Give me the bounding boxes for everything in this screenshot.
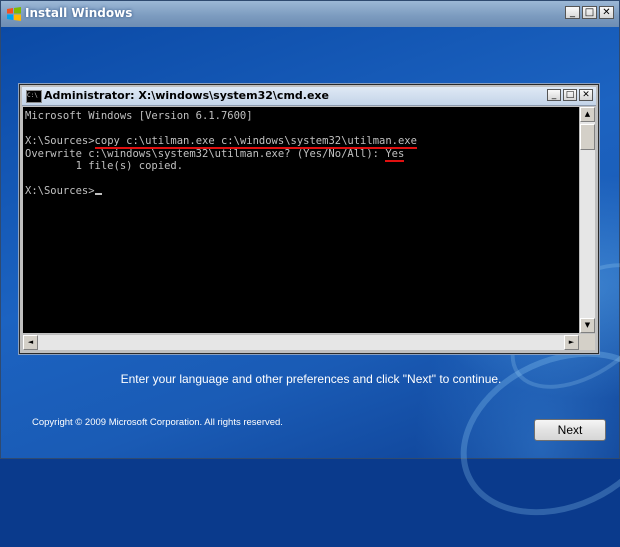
windows-logo-icon [7,7,21,21]
console-prompt: X:\Sources> [25,135,95,147]
scroll-up-button[interactable]: ▲ [580,107,595,122]
console-line-command: X:\Sources>copy c:\utilman.exe c:\window… [25,135,579,148]
minimize-icon: _ [551,90,557,100]
maximize-button[interactable]: □ [582,6,597,19]
console-line-version: Microsoft Windows [Version 6.1.7600] [25,110,253,122]
minimize-icon: _ [570,7,575,18]
maximize-icon: □ [584,7,595,18]
cmd-titlebar[interactable]: C:\ Administrator: X:\windows\system32\c… [22,87,596,106]
console-line-blank [25,123,579,136]
install-windows-titlebar[interactable]: Install Windows _ □ ✕ [1,1,619,28]
setup-instruction-text: Enter your language and other preference… [120,372,502,386]
console-output[interactable]: Microsoft Windows [Version 6.1.7600] X:\S… [23,107,579,333]
arrow-right-icon: ► [568,338,575,346]
install-windows-window: Install Windows _ □ ✕ C:\ Administrator:… [0,0,620,547]
cmd-window: C:\ Administrator: X:\windows\system32\c… [19,84,599,354]
copy-command-highlighted: copy c:\utilman.exe c:\windows\system32\… [94,135,417,147]
overwrite-answer-highlighted: Yes [385,147,405,160]
cmd-maximize-button[interactable]: □ [563,89,577,101]
overwrite-question: Overwrite c:\windows\system32\utilman.ex… [25,147,386,160]
install-windows-title: Install Windows [25,6,133,20]
console-line-overwrite: Overwrite c:\windows\system32\utilman.ex… [25,148,579,161]
maximize-icon: □ [565,90,575,100]
minimize-button[interactable]: _ [565,6,580,19]
cmd-window-title: Administrator: X:\windows\system32\cmd.e… [44,89,329,102]
close-icon: ✕ [602,7,611,18]
horizontal-scrollbar[interactable]: ◄ ► [23,334,579,350]
arrow-left-icon: ◄ [27,338,34,346]
arrow-up-icon: ▲ [584,110,591,118]
scroll-right-button[interactable]: ► [564,335,579,350]
next-button[interactable]: Next [534,419,606,441]
scroll-left-button[interactable]: ◄ [23,335,38,350]
close-icon: ✕ [582,90,590,100]
console-prompt: X:\Sources> [25,185,95,197]
cmd-minimize-button[interactable]: _ [547,89,561,101]
console-line-blank [25,173,579,186]
scroll-down-button[interactable]: ▼ [580,318,595,333]
scrollbar-corner [579,334,595,350]
vertical-scroll-thumb[interactable] [580,124,595,150]
text-cursor [94,193,102,195]
vertical-scrollbar[interactable]: ▲ ▼ [579,107,595,333]
close-button[interactable]: ✕ [599,6,614,19]
console-line-copied: 1 file(s) copied. [25,160,184,172]
cmd-prompt-icon: C:\ [26,90,42,103]
arrow-down-icon: ▼ [584,321,591,329]
copyright-text: Copyright © 2009 Microsoft Corporation. … [32,417,283,428]
console-line-prompt: X:\Sources> [25,185,579,198]
cmd-close-button[interactable]: ✕ [579,89,593,101]
